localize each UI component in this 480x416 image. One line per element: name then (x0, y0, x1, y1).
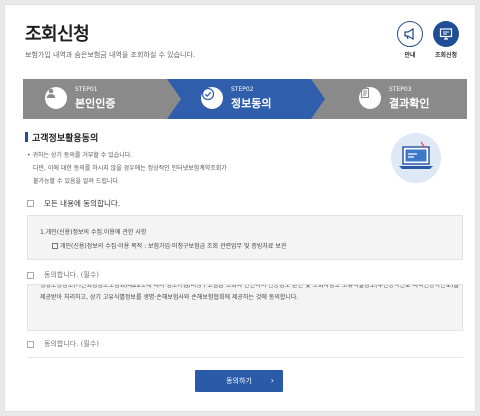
consent-item-1-detail-text: 개인(신용)정보의 수집·이용 목적 : 보험가입·미청구보험금 조회 관련업무… (60, 243, 287, 250)
note-line-1: • 귀하는 상기 동의를 거부할 수 있습니다. (27, 152, 133, 159)
megaphone-icon (397, 21, 423, 47)
checkbox-square (27, 200, 34, 207)
guide-button[interactable]: 안내 (393, 21, 427, 59)
consent-item-1-title: 1.개인(신용)정보의 수집.이용에 관한 사항 (40, 229, 147, 236)
sub-checkbox-square (52, 243, 58, 249)
inquiry-button[interactable]: 조회신청 (429, 21, 463, 59)
note-line-3: 불가능할 수 있음을 알려 드립니다. (33, 178, 120, 185)
agree-all-label: 모든 내용에 동의합니다. (44, 199, 121, 208)
chevron-right-icon: › (270, 376, 274, 385)
checkbox-square (27, 340, 34, 348)
section-title-text: 고객정보활용동의 (32, 134, 99, 144)
laptop-illustration-icon (391, 133, 441, 183)
step-1: STEP01 본인인증 (23, 79, 183, 119)
section-title: 고객정보활용동의 (25, 131, 98, 144)
section-title-marker (25, 132, 28, 142)
divider (27, 357, 463, 358)
step-2-num: STEP02 (231, 86, 254, 93)
agree-2-label: 동의합니다. (필수) (44, 340, 99, 348)
step-2-name: 정보동의 (231, 97, 272, 110)
page-subtitle: 보험가입 내역과 숨은보험금 내역을 조회하실 수 있습니다. (25, 51, 196, 59)
consent-detail-box-2[interactable]: 생성도청정보(기관회정정보모정회)제22조에 따라 정보가입/미청구보험금 조회… (27, 284, 463, 331)
checkbox-square (27, 271, 34, 279)
consent-item-2-text: 생성도청정보(기관회정정보모정회)제22조에 따라 정보가입/미청구보험금 조회… (40, 284, 459, 301)
step-1-num: STEP01 (75, 86, 98, 93)
step-2: STEP02 정보동의 (167, 79, 327, 119)
note-line-2: 다만, 이에 대한 동의를 하시지 않을 경우에는 정상적인 인터넷보험계약조회… (33, 165, 227, 172)
consent-item-1-detail: 개인(신용)정보의 수집·이용 목적 : 보험가입·미청구보험금 조회 관련업무… (52, 241, 286, 250)
page-title: 조회신청 (25, 24, 90, 45)
page-card: 조회신청 보험가입 내역과 숨은보험금 내역을 조회하실 수 있습니다. 안내 … (4, 4, 476, 412)
agree-1-checkbox[interactable]: 동의합니다. (필수) (27, 270, 99, 280)
step-3-name: 결과확인 (389, 97, 430, 110)
step-1-name: 본인인증 (75, 97, 116, 110)
consent-detail-box-1: 1.개인(신용)정보의 수집.이용에 관한 사항 개인(신용)정보의 수집·이용… (27, 215, 463, 260)
check-circle-icon (201, 87, 223, 109)
agree-all-checkbox[interactable]: 모든 내용에 동의합니다. (27, 198, 120, 209)
step-3-num: STEP03 (389, 86, 412, 93)
person-icon (45, 87, 67, 109)
guide-label: 안내 (404, 52, 416, 59)
step-progress: STEP01 본인인증 STEP02 정보동의 STEP03 결과확인 (23, 79, 467, 119)
agree-submit-button[interactable]: 동의하기 › (195, 370, 283, 392)
agree-2-checkbox[interactable]: 동의합니다. (필수) (27, 339, 99, 349)
step-3: STEP03 결과확인 (311, 79, 467, 119)
document-icon (359, 87, 381, 109)
agree-submit-label: 동의하기 (226, 377, 252, 385)
monitor-icon (433, 21, 459, 47)
consent-notes: • 귀하는 상기 동의를 거부할 수 있습니다. 다만, 이에 대한 동의를 하… (27, 149, 327, 188)
inquiry-label: 조회신청 (434, 52, 458, 59)
agree-1-label: 동의합니다. (필수) (44, 271, 99, 279)
